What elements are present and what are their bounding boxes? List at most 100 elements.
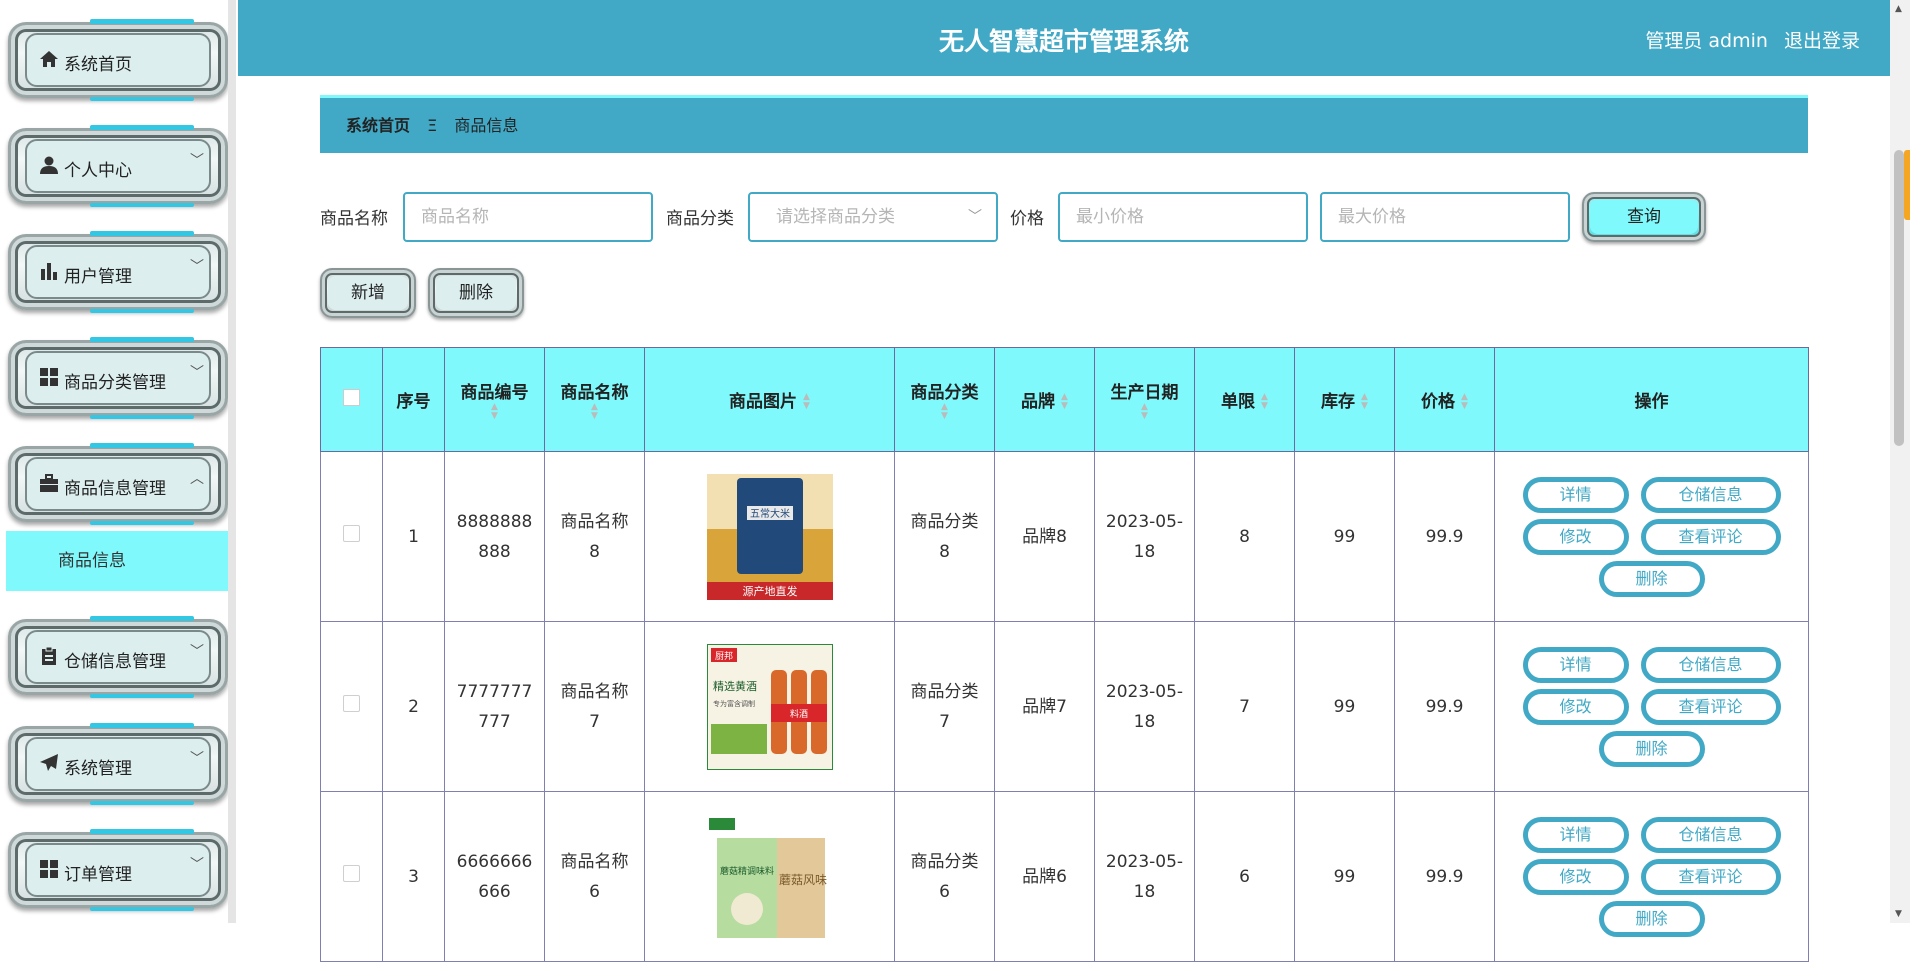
side-tab[interactable] (1904, 150, 1910, 220)
row-checkbox[interactable] (343, 524, 360, 542)
view-reviews-button[interactable]: 查看评论 (1640, 518, 1781, 555)
sort-icon[interactable]: ▲ ▼ (1061, 393, 1068, 411)
sort-icon[interactable]: ▲ ▼ (545, 403, 644, 421)
detail-button[interactable]: 详情 (1522, 646, 1629, 683)
cell-name: 商品名称 7 (544, 621, 645, 792)
sort-icon[interactable]: ▲ ▼ (1361, 393, 1368, 411)
name-input[interactable]: 商品名称 (403, 192, 653, 242)
query-button[interactable]: 查询 (1582, 192, 1706, 242)
view-reviews-button[interactable]: 查看评论 (1640, 858, 1781, 895)
edit-button[interactable]: 修改 (1522, 688, 1629, 725)
sort-icon[interactable]: ▲ ▼ (1461, 393, 1468, 411)
col-image[interactable]: 商品图片 ▲ ▼ (644, 347, 895, 452)
product-image-rice[interactable]: 五常大米 源产地直发 (706, 473, 833, 600)
sort-icon[interactable]: ▲ ▼ (1261, 393, 1268, 411)
storage-info-button[interactable]: 仓储信息 (1640, 476, 1781, 513)
cell-price: 99.9 (1394, 621, 1495, 792)
paper-plane-icon (38, 752, 60, 774)
chevron-down-icon: ﹀ (968, 209, 982, 225)
sidebar-item-label: 系统管理 (64, 759, 132, 779)
sidebar-item-category[interactable]: 商品分类管理 ﹀ (8, 337, 228, 419)
sidebar-item-label: 商品信息管理 (64, 479, 166, 499)
cell-category: 商品分类 6 (894, 791, 995, 962)
cell-code: 7777777 777 (444, 621, 545, 792)
cell-stock: 99 (1294, 451, 1395, 622)
sort-icon[interactable]: ▲ ▼ (1095, 403, 1194, 421)
category-select[interactable]: 请选择商品分类 ﹀ (748, 192, 998, 242)
row-checkbox[interactable] (343, 864, 360, 882)
search-bar: 商品名称 商品名称 商品分类 请选择商品分类 ﹀ 价格 最小价格 最大价格 查询 (320, 190, 1820, 242)
logout-link[interactable]: 退出登录 (1784, 30, 1860, 52)
cell-price: 99.9 (1394, 451, 1495, 622)
col-stock[interactable]: 库存 ▲ ▼ (1294, 347, 1395, 452)
edit-button[interactable]: 修改 (1522, 858, 1629, 895)
sidebar-item-users[interactable]: 用户管理 ﹀ (8, 231, 228, 313)
cell-brand: 品牌7 (994, 621, 1095, 792)
product-image-seasoning[interactable]: 蘑菇精调味料 蘑菇风味 (706, 813, 833, 940)
sort-icon[interactable]: ▲ ▼ (895, 403, 994, 421)
page-scrollbar[interactable]: ▲ ▼ (1890, 0, 1910, 923)
edit-button[interactable]: 修改 (1522, 518, 1629, 555)
price-label: 价格 (1010, 209, 1044, 229)
sort-icon[interactable]: ▲ ▼ (445, 403, 544, 421)
cell-date: 2023-05- 18 (1094, 791, 1195, 962)
delete-button[interactable]: 删除 (428, 268, 524, 318)
row-checkbox[interactable] (343, 694, 360, 712)
cell-date: 2023-05- 18 (1094, 451, 1195, 622)
cell-index: 3 (382, 791, 445, 962)
col-price[interactable]: 价格 ▲ ▼ (1394, 347, 1495, 452)
cell-brand: 品牌8 (994, 451, 1095, 622)
sidebar-subitem-product-info[interactable]: 商品信息 (6, 531, 228, 591)
cell-brand: 品牌6 (994, 791, 1095, 962)
scroll-down-icon[interactable]: ▼ (1895, 909, 1902, 919)
cell-ops: 详情 仓储信息 修改 查看评论 删除 (1494, 791, 1809, 962)
cell-ops: 详情 仓储信息 修改 查看评论 删除 (1494, 451, 1809, 622)
col-brand[interactable]: 品牌 ▲ ▼ (994, 347, 1095, 452)
chevron-up-icon: ︿ (190, 471, 204, 487)
max-price-input[interactable]: 最大价格 (1320, 192, 1570, 242)
row-delete-button[interactable]: 删除 (1598, 900, 1705, 937)
grid-icon (38, 366, 60, 388)
sidebar-item-orders[interactable]: 订单管理 ﹀ (8, 829, 228, 911)
product-table: 序号 商品编号 ▲ ▼ 商品名称 ▲ ▼ 商品图片 ▲ ▼ 商品分类 ▲ ▼ 品牌 ▲ ▼ 生产日期… (320, 347, 1809, 962)
cell-category: 商品分类 8 (894, 451, 995, 622)
svg-text:专为富含调制: 专为富含调制 (713, 699, 755, 708)
sidebar-item-storage[interactable]: 仓储信息管理 ﹀ (8, 616, 228, 698)
sidebar-item-label: 仓储信息管理 (64, 652, 166, 672)
query-button-label: 查询 (1627, 207, 1661, 227)
sidebar-item-products[interactable]: 商品信息管理 ︿ (8, 443, 228, 525)
home-icon (38, 48, 60, 70)
col-date[interactable]: 生产日期 ▲ ▼ (1094, 347, 1195, 452)
view-reviews-button[interactable]: 查看评论 (1640, 688, 1781, 725)
table-row: 1 8888888 888 商品名称 8 五常大米 源产地直发 商品分类 8 品牌8 … (320, 451, 1809, 622)
scroll-up-icon[interactable]: ▲ (1895, 4, 1902, 14)
sort-icon[interactable]: ▲ ▼ (803, 393, 810, 411)
sidebar-item-system[interactable]: 系统管理 ﹀ (8, 723, 228, 805)
sidebar: 系统首页 个人中心 ﹀ 用户管理 ﹀ 商品分类管理 ﹀ 商品信息管理 ︿ 商品信… (0, 0, 236, 923)
product-image-wine[interactable]: 厨邦 精选黄酒 专为富含调制 料酒 (706, 643, 833, 770)
scrollbar-thumb[interactable] (1894, 150, 1904, 446)
storage-info-button[interactable]: 仓储信息 (1640, 646, 1781, 683)
select-all-checkbox[interactable] (343, 388, 360, 406)
briefcase-icon (38, 472, 60, 494)
add-button-label: 新增 (351, 283, 385, 303)
sidebar-item-profile[interactable]: 个人中心 ﹀ (8, 125, 228, 207)
svg-text:源产地直发: 源产地直发 (742, 584, 797, 598)
cell-index: 2 (382, 621, 445, 792)
add-button[interactable]: 新增 (320, 268, 416, 318)
col-name[interactable]: 商品名称 ▲ ▼ (544, 347, 645, 452)
row-delete-button[interactable]: 删除 (1598, 730, 1705, 767)
min-price-input[interactable]: 最小价格 (1058, 192, 1308, 242)
cell-category: 商品分类 7 (894, 621, 995, 792)
col-code[interactable]: 商品编号 ▲ ▼ (444, 347, 545, 452)
user-icon (38, 154, 60, 176)
col-limit[interactable]: 单限 ▲ ▼ (1194, 347, 1295, 452)
detail-button[interactable]: 详情 (1522, 816, 1629, 853)
col-category[interactable]: 商品分类 ▲ ▼ (894, 347, 995, 452)
svg-text:厨邦: 厨邦 (714, 650, 732, 662)
sidebar-item-home[interactable]: 系统首页 (8, 19, 228, 101)
row-delete-button[interactable]: 删除 (1598, 560, 1705, 597)
storage-info-button[interactable]: 仓储信息 (1640, 816, 1781, 853)
breadcrumb-home[interactable]: 系统首页 (346, 116, 410, 135)
detail-button[interactable]: 详情 (1522, 476, 1629, 513)
